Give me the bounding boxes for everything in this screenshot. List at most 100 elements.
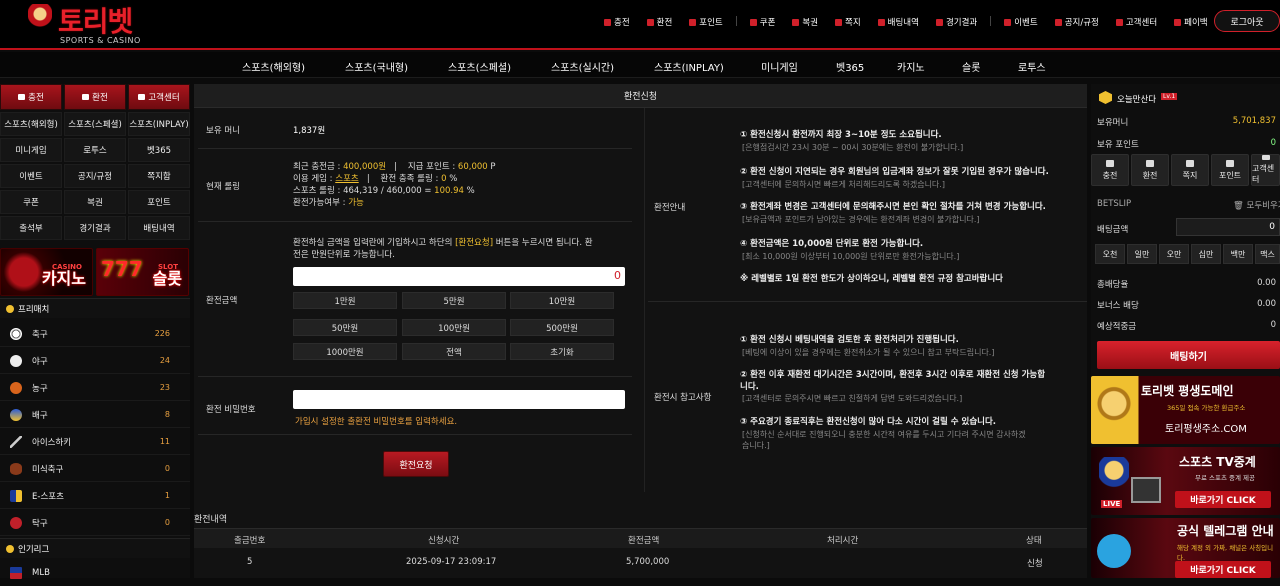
coupon-icon	[749, 18, 757, 26]
promo-tv-banner[interactable]: LIVE 스포츠 TV중계 무료 스포츠 중계 제공 바로가기 CLICK	[1091, 447, 1280, 515]
amount-100k-button[interactable]: 10만원	[510, 292, 614, 309]
topnav-withdraw[interactable]: 환전	[646, 16, 672, 28]
sidebar-item-results[interactable]: 경기결과	[64, 216, 126, 240]
right-support-button[interactable]: 고객센터	[1251, 154, 1280, 186]
nav-casino[interactable]: 카지노	[897, 59, 925, 74]
promo-telegram-cta[interactable]: 바로가기 CLICK	[1175, 561, 1271, 578]
point-value: 0	[1270, 138, 1276, 148]
popular-league-header: 인기리그	[0, 538, 190, 558]
sport-item-volleyball[interactable]: 배구 8	[0, 402, 190, 428]
withdraw-icon	[82, 94, 90, 100]
chip-5k[interactable]: 오천	[1095, 244, 1125, 264]
chip-10k[interactable]: 일만	[1127, 244, 1157, 264]
topnav-point[interactable]: 포인트	[689, 16, 723, 28]
sidebar-item-coupon[interactable]: 쿠폰	[0, 190, 62, 214]
topnav-bet-history[interactable]: 배팅내역	[877, 16, 919, 28]
sport-item-tabletennis[interactable]: 탁구 0	[0, 510, 190, 536]
amount-description: 환전하실 금액을 입력란에 기입하시고 하단의 [환전요청] 버튼을 누르시면 …	[293, 238, 593, 260]
nav-slot[interactable]: 슬롯	[962, 59, 980, 74]
topnav-event[interactable]: 이벤트	[1004, 16, 1038, 28]
amount-500k-button[interactable]: 50만원	[293, 319, 397, 336]
sidebar-item-attendance[interactable]: 출석부	[0, 216, 62, 240]
chip-100k[interactable]: 십만	[1191, 244, 1221, 264]
sidebar-item-lottery[interactable]: 복권	[64, 190, 126, 214]
top-header: 토리벳 SPORTS & CASINO 충전 환전 포인트 쿠폰 복권 쪽지 배…	[0, 0, 1280, 50]
right-withdraw-button[interactable]: 환전	[1131, 154, 1169, 186]
topnav-results[interactable]: 경기결과	[935, 16, 977, 28]
sport-item-esports[interactable]: E-스포츠 1	[0, 483, 190, 509]
nav-sports-special[interactable]: 스포츠(스페셜)	[448, 59, 511, 74]
topnav-payback[interactable]: 페이백	[1174, 16, 1208, 28]
chip-1m[interactable]: 백만	[1223, 244, 1253, 264]
sport-item-baseball[interactable]: 야구 24	[0, 348, 190, 374]
nav-minigame[interactable]: 미니게임	[761, 59, 798, 74]
col-withdraw-no: 출금번호	[234, 536, 266, 546]
nav-sports-domestic[interactable]: 스포츠(국내형)	[345, 59, 408, 74]
site-logo[interactable]: 토리벳 SPORTS & CASINO	[28, 2, 150, 46]
guide-item-1-note: [은행점검시간 23시 30분 ~ 00시 30분에는 환전이 불가합니다.]	[742, 143, 964, 152]
nav-sports-live[interactable]: 스포츠(실시간)	[551, 59, 614, 74]
hockey-stick-icon	[10, 435, 22, 448]
sport-item-basketball[interactable]: 농구 23	[0, 375, 190, 401]
logout-button[interactable]: 로그아웃	[1214, 10, 1280, 32]
right-point-button[interactable]: 포인트	[1211, 154, 1249, 186]
right-message-button[interactable]: 쪽지	[1171, 154, 1209, 186]
sport-item-icehockey[interactable]: 아이스하키 11	[0, 429, 190, 455]
sidebar-item-point[interactable]: 포인트	[128, 190, 190, 214]
sidebar-deposit-button[interactable]: 충전	[0, 84, 62, 110]
topnav-notice[interactable]: 공지/규정	[1054, 16, 1099, 28]
slot-banner[interactable]: 777 SLOT 슬롯	[96, 248, 189, 296]
chip-max[interactable]: 맥스	[1255, 244, 1280, 264]
topnav-support[interactable]: 고객센터	[1115, 16, 1157, 28]
sidebar-item-notice[interactable]: 공지/규정	[64, 164, 126, 188]
sidebar-item-sports-inplay[interactable]: 스포츠(INPLAY)	[128, 112, 190, 136]
note-item-3-detail: [신청하신 순서대로 진행되오니 충분한 시간적 여유를 두시고 기다려 주시면…	[742, 430, 1026, 439]
amount-1m-button[interactable]: 100만원	[402, 319, 506, 336]
top-nav: 충전 환전 포인트 쿠폰 복권 쪽지 배팅내역 경기결과 이벤트 공지/규정 고…	[604, 16, 1225, 28]
sport-item-football[interactable]: 미식축구 0	[0, 456, 190, 482]
withdraw-request-button[interactable]: 환전요청	[383, 451, 449, 477]
history-cell-status: 신청	[1027, 559, 1043, 569]
promo-telegram-banner[interactable]: 공식 텔레그램 안내 해당 계정 외 가짜, 채널은 사칭입니다. 바로가기 C…	[1091, 518, 1280, 578]
sidebar-item-sports-overseas[interactable]: 스포츠(해외형)	[0, 112, 62, 136]
note-item-2: ② 환전 이후 재환전 대기시간은 3시간이며, 환전후 3시간 이후로 재환전…	[740, 370, 1046, 380]
amount-5m-button[interactable]: 500만원	[510, 319, 614, 336]
sidebar-item-messages[interactable]: 쪽지함	[128, 164, 190, 188]
league-item-mlb[interactable]: MLB	[0, 560, 190, 586]
topnav-coupon[interactable]: 쿠폰	[749, 16, 775, 28]
topnav-deposit[interactable]: 충전	[604, 16, 630, 28]
sidebar-item-sports-special[interactable]: 스포츠(스페셜)	[64, 112, 126, 136]
sidebar-item-minigame[interactable]: 미니게임	[0, 138, 62, 162]
bet-amount-input[interactable]: 0	[1176, 218, 1280, 236]
amount-10m-button[interactable]: 1000만원	[293, 343, 397, 360]
casino-banner[interactable]: CASINO 카지노	[0, 248, 93, 296]
amount-all-button[interactable]: 전액	[402, 343, 506, 360]
right-deposit-button[interactable]: 충전	[1091, 154, 1129, 186]
sidebar-item-bet365[interactable]: 벳365	[128, 138, 190, 162]
sidebar-item-lotus[interactable]: 로투스	[64, 138, 126, 162]
chip-50k[interactable]: 오만	[1159, 244, 1189, 264]
amount-reset-button[interactable]: 초기화	[510, 343, 614, 360]
sidebar-item-bet-history[interactable]: 배팅내역	[128, 216, 190, 240]
amount-input[interactable]: 0	[293, 267, 625, 286]
promo-domain-banner[interactable]: 토리벳 평생도메인 365일 접속 가능한 환급주소 토리평생주소.COM	[1091, 376, 1280, 444]
lottery-icon	[792, 18, 800, 26]
nav-bet365[interactable]: 벳365	[836, 59, 864, 74]
nav-sports-overseas[interactable]: 스포츠(해외형)	[242, 59, 305, 74]
nav-lotus[interactable]: 로투스	[1018, 59, 1046, 74]
sport-item-soccer[interactable]: 축구 226	[0, 321, 190, 347]
sidebar-support-button[interactable]: 고객센터	[128, 84, 190, 110]
clear-all-button[interactable]: 🗑 모두비우기	[1233, 199, 1280, 211]
table-tennis-icon	[10, 516, 22, 529]
nav-sports-inplay[interactable]: 스포츠(INPLAY)	[654, 59, 724, 74]
event-icon	[1004, 18, 1012, 26]
topnav-message[interactable]: 쪽지	[835, 16, 861, 28]
amount-50k-button[interactable]: 5만원	[402, 292, 506, 309]
promo-tv-cta[interactable]: 바로가기 CLICK	[1175, 491, 1271, 508]
amount-10k-button[interactable]: 1만원	[293, 292, 397, 309]
password-input[interactable]	[293, 390, 625, 409]
place-bet-button[interactable]: 배팅하기	[1097, 341, 1280, 369]
sidebar-item-event[interactable]: 이벤트	[0, 164, 62, 188]
topnav-lottery[interactable]: 복권	[792, 16, 818, 28]
sidebar-withdraw-button[interactable]: 환전	[64, 84, 126, 110]
